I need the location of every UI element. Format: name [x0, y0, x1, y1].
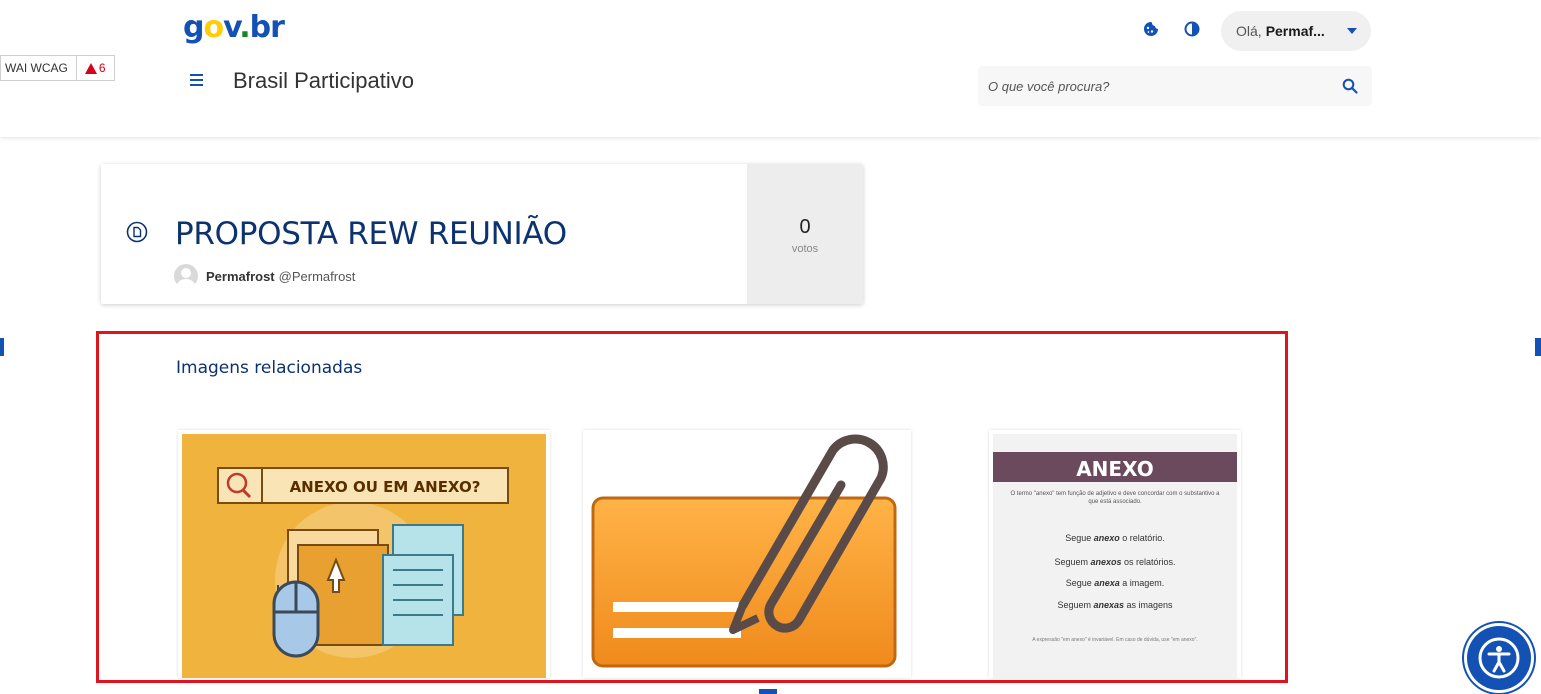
votes-box: 0 votos — [747, 164, 863, 304]
related-image-2[interactable] — [583, 430, 911, 678]
thumb-3-line-4: Seguem anexas as imagens — [1057, 600, 1173, 610]
contrast-icon[interactable] — [1184, 21, 1200, 37]
thumb-3-line-2: Seguem anexos os relatórios. — [1054, 557, 1175, 567]
votes-label: votos — [791, 243, 819, 255]
author-handle: @Permafrost — [278, 268, 356, 284]
document-icon — [126, 221, 148, 243]
anexo-grammar-image: ANEXO O termo "anexo" tem função de adje… — [993, 434, 1237, 678]
thumb-3-line-3: Segue anexa a imagem. — [1066, 578, 1165, 588]
handle-mid-right — [1535, 338, 1541, 356]
thumb-1-text: ANEXO OU EM ANEXO? — [290, 478, 481, 496]
related-image-1[interactable]: ANEXO OU EM ANEXO? — [178, 430, 550, 678]
votes-count: 0 — [799, 216, 811, 238]
thumb-3-title: ANEXO — [1076, 457, 1154, 481]
cookie-icon[interactable] — [1143, 21, 1159, 37]
wai-error-count: 6 — [77, 61, 114, 75]
proposal-card: PROPOSTA REW REUNIÃO Permafrost @Permafr… — [101, 164, 863, 304]
search-box — [978, 66, 1372, 106]
handle-mid-left — [0, 338, 4, 356]
accessibility-icon — [1478, 637, 1520, 679]
menu-icon[interactable] — [190, 68, 212, 92]
related-image-3[interactable]: ANEXO O termo "anexo" tem função de adje… — [989, 430, 1241, 678]
paperclip-folder-image — [591, 434, 897, 668]
wai-wcag-label: WAI WCAG — [1, 56, 77, 80]
author-name: Permafrost — [206, 268, 275, 284]
accessibility-button[interactable] — [1467, 626, 1531, 690]
search-input[interactable] — [978, 66, 1328, 106]
user-name: Permaf... — [1265, 23, 1325, 39]
proposal-title: PROPOSTA REW REUNIÃO — [175, 216, 567, 252]
user-greeting: Olá, — [1236, 23, 1262, 39]
thumb-3-line-1: Segue anexo o relatório. — [1065, 533, 1165, 543]
related-images-section: Imagens relacionadas ANEXO OU EM ANEXO? — [96, 331, 1288, 683]
thumb-3-footer: A expressão "em anexo" é invariável. Em … — [1032, 637, 1198, 643]
handle-bottom-center — [759, 689, 777, 694]
wai-wcag-badge[interactable]: WAI WCAG 6 — [0, 55, 115, 81]
thumb-3-intro: O termo "anexo" tem função de adjetivo e… — [1010, 491, 1220, 505]
govbr-logo[interactable]: gov.br — [183, 10, 285, 46]
anexo-ou-em-anexo-image: ANEXO OU EM ANEXO? — [182, 434, 546, 678]
warning-icon — [84, 62, 97, 74]
caret-down-icon — [1347, 28, 1357, 34]
user-menu-button[interactable]: Olá, Permaf... — [1221, 11, 1371, 51]
site-header: gov.br Brasil Participativo Olá, Permaf.… — [0, 0, 1541, 137]
related-images-heading: Imagens relacionadas — [176, 358, 363, 378]
search-icon[interactable] — [1342, 78, 1358, 94]
avatar — [174, 264, 198, 288]
proposal-author[interactable]: Permafrost @Permafrost — [174, 264, 355, 288]
site-title[interactable]: Brasil Participativo — [233, 68, 414, 94]
page: gov.br Brasil Participativo Olá, Permaf.… — [0, 0, 1541, 694]
